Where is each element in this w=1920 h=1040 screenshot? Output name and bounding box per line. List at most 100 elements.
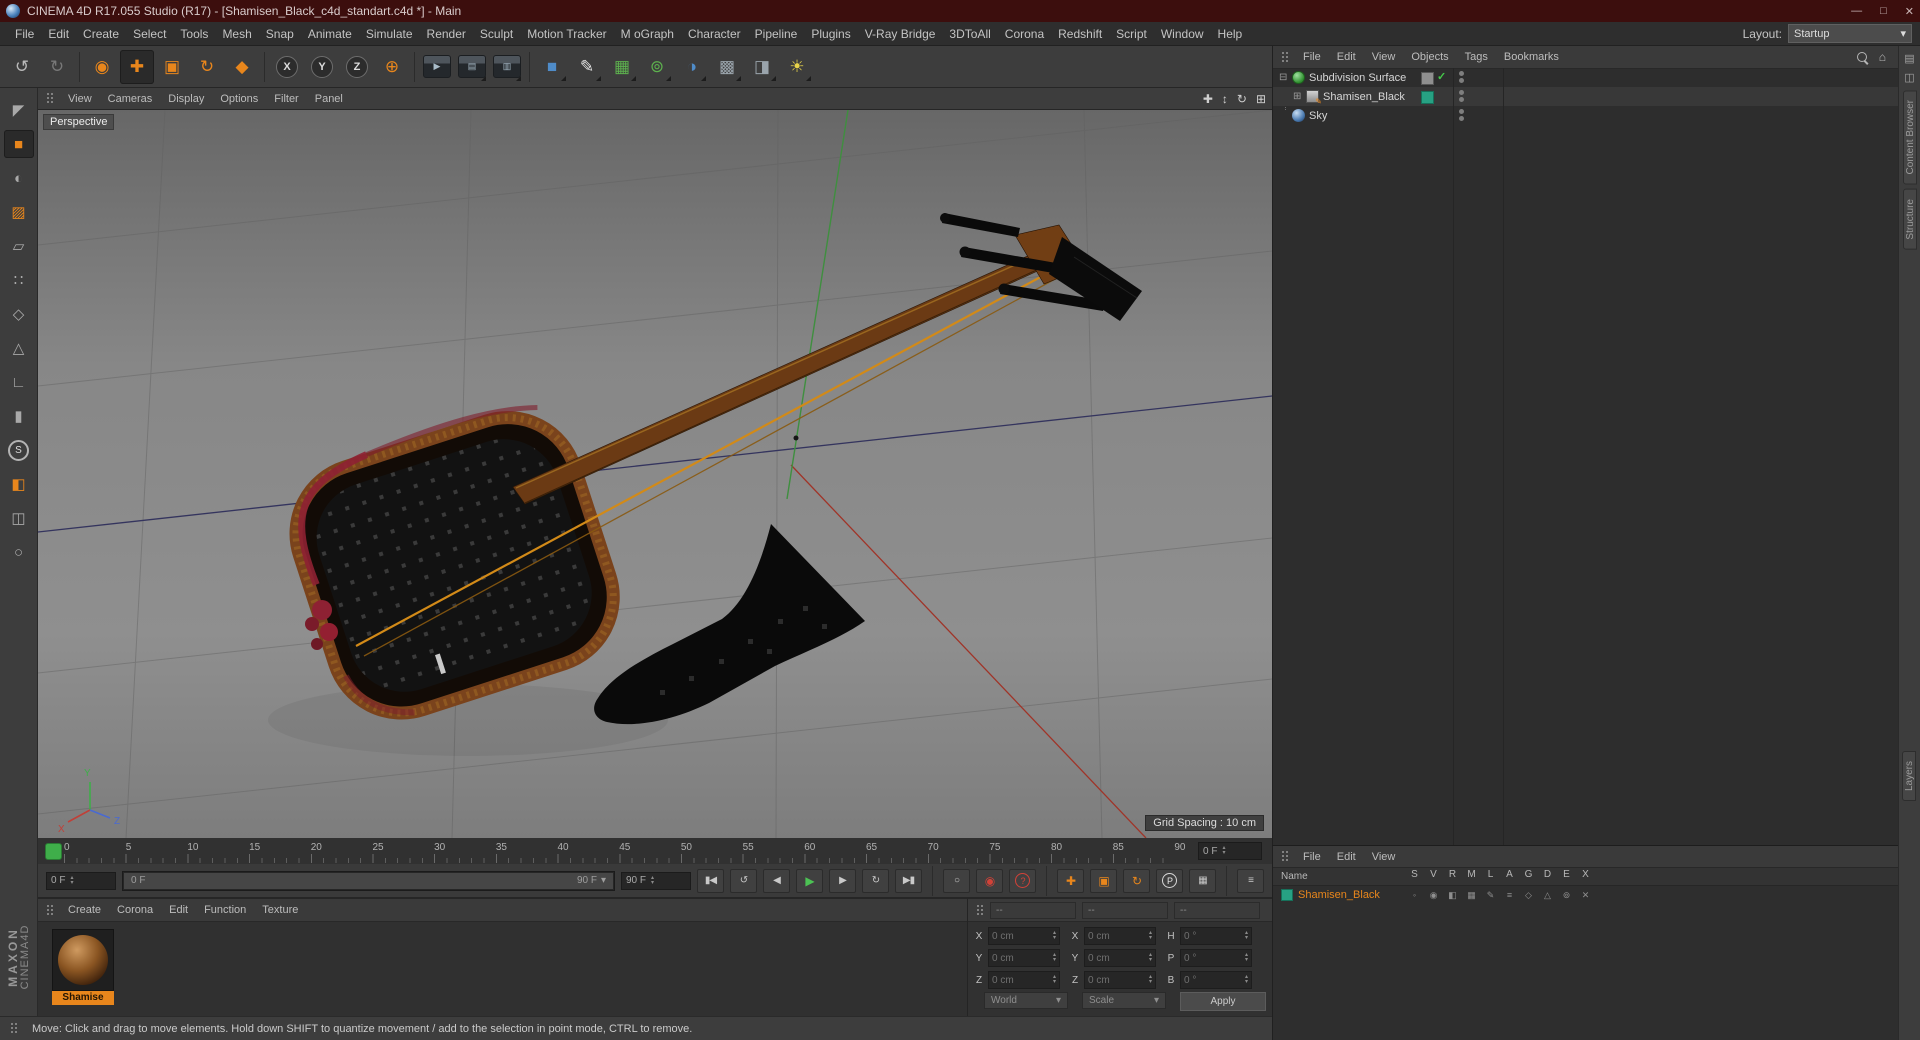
menu-item[interactable]: Select — [126, 27, 173, 41]
layer-toggle-icon[interactable]: ◧ — [1443, 890, 1462, 901]
stepper-icon[interactable]: ▴ ▾ — [1053, 952, 1056, 963]
viewport-menu-item[interactable]: Cameras — [100, 93, 161, 105]
next-frame-button[interactable]: ▶ — [829, 868, 856, 893]
stepper-icon[interactable]: ▴ ▾ — [1222, 845, 1225, 856]
keyframe-parameter-toggle[interactable]: P — [1156, 868, 1183, 893]
layer-column-label[interactable]: V — [1424, 869, 1443, 880]
material-menu-item[interactable]: Edit — [161, 904, 196, 916]
coord-value-field[interactable]: 0 cm ▴ ▾ — [988, 971, 1060, 989]
uv-mode-button[interactable]: ▨ — [4, 198, 34, 226]
keyframe-rotation-toggle[interactable]: ↻ — [1123, 868, 1150, 893]
layer-toggle-icon[interactable]: ✕ — [1576, 890, 1595, 901]
close-button[interactable]: ✕ — [1905, 5, 1914, 18]
stepper-icon[interactable]: ▴ ▾ — [1053, 974, 1056, 985]
workplane-mode-button[interactable]: ▱ — [4, 232, 34, 260]
keyframe-position-toggle[interactable]: ✚ — [1057, 868, 1084, 893]
render-view-button[interactable]: ▶ — [420, 50, 454, 84]
scale-tool-button[interactable]: ▣ — [155, 50, 189, 84]
stepper-icon[interactable]: ▴ ▾ — [651, 875, 654, 886]
end-frame-field[interactable]: 90 F ▴ ▾ — [621, 871, 691, 890]
coord-value-field[interactable]: 0 cm ▴ ▾ — [1084, 971, 1156, 989]
paint-tool-button[interactable]: ◧ — [4, 470, 34, 498]
layer-color-chip[interactable] — [1281, 889, 1293, 901]
viewport-menu-item[interactable]: Display — [160, 93, 212, 105]
chevron-down-icon[interactable]: ▾ — [601, 875, 606, 886]
autokey-button[interactable]: ? — [1009, 868, 1036, 893]
panel-grip[interactable] — [976, 903, 985, 917]
panel-grip[interactable] — [46, 92, 55, 105]
live-selection-button[interactable]: ◉ — [85, 50, 119, 84]
goto-start-button[interactable]: ▮◀ — [697, 868, 724, 893]
viewport-menu-item[interactable]: View — [60, 93, 100, 105]
layout-dropdown[interactable]: Startup ▾ — [1788, 24, 1912, 43]
last-tool-button[interactable]: ◆ — [225, 50, 259, 84]
layers-menu-item[interactable]: View — [1364, 851, 1404, 863]
stepper-icon[interactable]: ▴ ▾ — [1245, 952, 1248, 963]
viewport-nav-button[interactable]: ▮ — [4, 402, 34, 430]
viewport-pan-icon[interactable]: ✚ — [1203, 92, 1213, 106]
visibility-dots[interactable] — [1459, 71, 1464, 83]
expander-icon[interactable]: ⊞ — [1293, 91, 1301, 102]
object-manager-menu-item[interactable]: Edit — [1329, 51, 1364, 63]
light-button[interactable]: ☀ — [780, 50, 814, 84]
redo-button[interactable]: ↻ — [40, 50, 74, 84]
layer-toggle-icon[interactable]: ◇ — [1519, 890, 1538, 901]
menu-item[interactable]: Edit — [41, 27, 76, 41]
ring-tool-button[interactable]: ○ — [4, 538, 34, 566]
layer-toggle-icon[interactable]: ⊚ — [1557, 890, 1576, 901]
viewport-canvas[interactable]: Y X Z Perspective Grid Spacing : 10 cm — [38, 110, 1272, 838]
layer-column-label[interactable]: X — [1576, 869, 1595, 880]
layers-menu-item[interactable]: Edit — [1329, 851, 1364, 863]
layer-column-label[interactable]: S — [1405, 869, 1424, 880]
minimize-button[interactable]: — — [1851, 5, 1862, 18]
polygons-mode-button[interactable]: △ — [4, 334, 34, 362]
coord-value-field[interactable]: 0 cm ▴ ▾ — [1084, 927, 1156, 945]
expander-icon[interactable]: ⊟ — [1279, 72, 1287, 83]
edges-mode-button[interactable]: ◇ — [4, 300, 34, 328]
material-menu-item[interactable]: Corona — [109, 904, 161, 916]
object-row-subdivision-surface[interactable]: ⊟ Subdivision Surface ✓ — [1273, 68, 1898, 87]
viewport-dolly-icon[interactable]: ↕ — [1222, 92, 1228, 106]
coordinate-system-button[interactable]: ⊕ — [375, 50, 409, 84]
deformer-button[interactable]: ◑ — [675, 50, 709, 84]
timeline-layout-button[interactable]: ≡ — [1237, 868, 1264, 893]
layers-menu-item[interactable]: File — [1295, 851, 1329, 863]
object-row-sky[interactable]: Sky — [1273, 106, 1898, 125]
menu-item[interactable]: Script — [1109, 27, 1154, 41]
menu-item[interactable]: File — [8, 27, 41, 41]
material-menu-item[interactable]: Create — [60, 904, 109, 916]
coord-value-field[interactable]: 0 ° ▴ ▾ — [1180, 927, 1252, 945]
coords-column-dropdown[interactable]: -- — [990, 901, 1076, 919]
stepper-icon[interactable]: ▴ ▾ — [70, 875, 73, 886]
layer-column-label[interactable]: E — [1557, 869, 1576, 880]
layer-toggle-icon[interactable]: ◦ — [1405, 890, 1424, 900]
menu-item[interactable]: Motion Tracker — [520, 27, 613, 41]
render-queue-button[interactable]: ▥ — [490, 50, 524, 84]
menu-item[interactable]: Create — [76, 27, 126, 41]
menu-item[interactable]: Tools — [173, 27, 215, 41]
undo-button[interactable]: ↺ — [5, 50, 39, 84]
menu-item[interactable]: Render — [420, 27, 473, 41]
coord-value-field[interactable]: 0 ° ▴ ▾ — [1180, 949, 1252, 967]
x-axis-lock-button[interactable]: X — [270, 50, 304, 84]
menu-item[interactable]: Plugins — [804, 27, 857, 41]
layer-toggle-icon[interactable]: △ — [1538, 890, 1557, 901]
object-manager-menu-item[interactable]: Tags — [1457, 51, 1496, 63]
layer-column-label[interactable]: G — [1519, 869, 1538, 880]
timeline-ruler[interactable]: 0 5 10 15 20 25 30 35 40 45 50 55 60 65 70 75 80 85 90 0 F… — [38, 838, 1272, 865]
make-editable-button[interactable]: ◤ — [4, 96, 34, 124]
layer-toggle-icon[interactable]: ▦ — [1462, 890, 1481, 901]
panel-grip[interactable] — [1281, 850, 1290, 863]
move-tool-button[interactable]: ✚ — [120, 49, 154, 84]
viewport-menu-item[interactable]: Filter — [266, 93, 306, 105]
material-thumbnail[interactable] — [52, 929, 114, 991]
coords-column-dropdown[interactable]: -- — [1174, 901, 1260, 919]
dock-tab-icon[interactable]: ◫ — [1899, 71, 1920, 84]
points-mode-button[interactable]: ∷ — [4, 266, 34, 294]
tab-content-browser[interactable]: Content Browser — [1902, 90, 1917, 185]
floor-button[interactable]: ▩ — [710, 50, 744, 84]
stepper-icon[interactable]: ▴ ▾ — [1245, 974, 1248, 985]
cloner-button[interactable]: ⊚ — [640, 50, 674, 84]
current-frame-field[interactable]: 0 F ▴ ▾ — [1198, 842, 1262, 860]
keyframe-scale-toggle[interactable]: ▣ — [1090, 868, 1117, 893]
